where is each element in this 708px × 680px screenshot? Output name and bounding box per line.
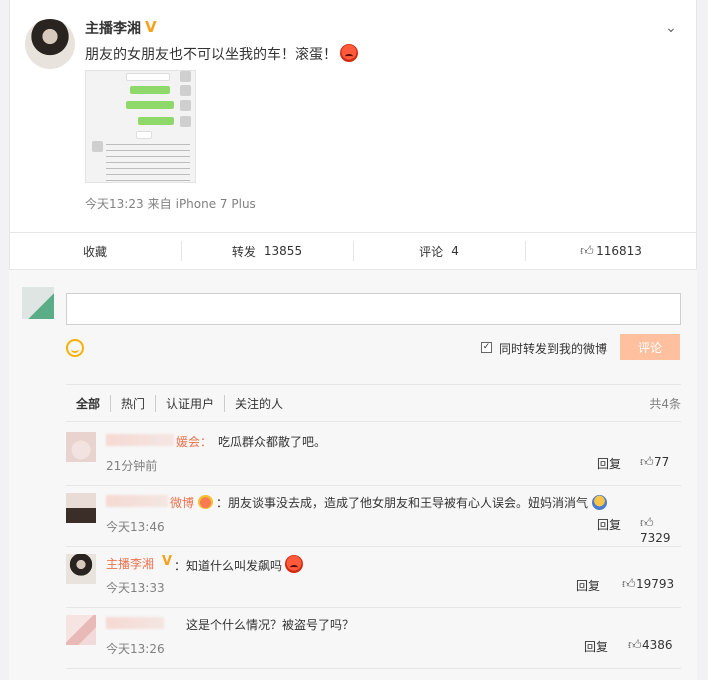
- tab-following[interactable]: 关注的人: [224, 394, 293, 412]
- angry-emoji-icon: [340, 44, 358, 62]
- comment-text: ：知道什么叫发飙吗: [174, 555, 304, 574]
- submit-comment-button[interactable]: 评论: [620, 334, 680, 360]
- comment-like-button[interactable]: 👍︎77: [640, 455, 669, 470]
- comment-item: 主播李湘 V ：知道什么叫发飙吗 今天13:33 回复 👍︎19793: [66, 547, 681, 608]
- reply-button[interactable]: 回复: [597, 516, 621, 533]
- comment-item: 媛会： 吃瓜群众都散了吧。 21分钟前 回复 👍︎77: [66, 425, 681, 486]
- repost-button[interactable]: 转发 13855: [181, 233, 353, 269]
- comment-text: 吃瓜群众都散了吧。: [218, 435, 327, 449]
- avatar[interactable]: [66, 432, 96, 462]
- comment-text: ：朋友谈事没去成，造成了他女朋友和王导被有心人误会。妞妈消消气: [216, 494, 607, 511]
- tab-verified[interactable]: 认证用户: [155, 394, 224, 412]
- thumb-up-icon: 👍︎: [640, 455, 654, 470]
- post-actions-bar: 收藏 转发 13855 评论 4 👍︎ 116813: [9, 232, 697, 270]
- chat-avatar: [180, 100, 191, 111]
- comment-count: 4: [451, 244, 459, 258]
- blurred-username: [106, 434, 174, 446]
- favorite-label: 收藏: [82, 244, 107, 259]
- avatar[interactable]: [66, 615, 96, 645]
- crown-emoji-icon: [197, 495, 213, 509]
- reply-button[interactable]: 回复: [576, 577, 600, 594]
- comment-like-count: 77: [654, 455, 670, 469]
- chat-textblock: [106, 141, 190, 181]
- author-avatar[interactable]: [25, 19, 75, 69]
- chat-bubble: [126, 73, 170, 81]
- comment-username[interactable]: 媛会：: [176, 433, 212, 450]
- favorite-button[interactable]: 收藏: [9, 233, 181, 269]
- chat-avatar: [180, 116, 191, 127]
- chat-bubble: [126, 101, 174, 109]
- tab-all[interactable]: 全部: [66, 395, 110, 412]
- chat-avatar: [180, 85, 191, 96]
- comment-input[interactable]: [66, 293, 681, 325]
- repost-count: 13855: [263, 244, 303, 258]
- comment-username-text: 微博: [170, 496, 195, 510]
- repost-label: 转发: [231, 244, 256, 259]
- comment-label: 评论: [419, 244, 444, 259]
- shrug-emoji-icon: [591, 495, 607, 510]
- checkbox-icon[interactable]: ✓: [481, 342, 492, 353]
- thumb-up-icon: 👍︎: [628, 638, 642, 653]
- chat-avatar: [180, 71, 191, 82]
- tab-hot[interactable]: 热门: [110, 394, 155, 412]
- repost-option-label[interactable]: 同时转发到我的微博: [499, 340, 607, 357]
- blurred-username: [106, 495, 168, 507]
- chat-bubble: [130, 86, 170, 94]
- post-meta: 今天13:23 来自 iPhone 7 Plus: [85, 195, 260, 212]
- comment-like-count: 19793: [636, 577, 675, 591]
- chevron-down-icon[interactable]: ⌄: [662, 20, 680, 38]
- angry-emoji-icon: [285, 555, 304, 573]
- comment-username[interactable]: 主播李湘: [106, 555, 154, 572]
- comment-text: 这是个什么情况？被盗号了吗？: [186, 618, 355, 632]
- comment-username[interactable]: 微博: [170, 494, 213, 511]
- author-name[interactable]: 主播李湘: [85, 18, 141, 38]
- comment-item: 微博 ：朋友谈事没去成，造成了他女朋友和王导被有心人误会。妞妈消消气 今天13:…: [66, 486, 681, 547]
- comment-text-content: ：朋友谈事没去成，造成了他女朋友和王导被有心人误会。妞妈消消气: [216, 496, 589, 510]
- smile-icon[interactable]: [66, 339, 84, 357]
- thumb-up-icon: 👍︎: [640, 516, 654, 531]
- reply-button[interactable]: 回复: [597, 455, 621, 472]
- comment-like-count: 4386: [642, 638, 673, 652]
- comment-text-content: ：知道什么叫发飙吗: [174, 559, 283, 573]
- blurred-username: [106, 617, 164, 629]
- comment-item: 这是个什么情况？被盗号了吗？ 今天13:26 回复 👍︎4386: [66, 608, 681, 669]
- post-source[interactable]: iPhone 7 Plus: [176, 197, 256, 211]
- post-text-content: 朋友的女朋友也不可以坐我的车！滚蛋！: [85, 47, 337, 63]
- post-image[interactable]: [85, 70, 196, 183]
- reply-button[interactable]: 回复: [584, 638, 608, 655]
- like-button[interactable]: 👍︎ 116813: [525, 233, 697, 269]
- post-text: 朋友的女朋友也不可以坐我的车！滚蛋！: [85, 44, 358, 64]
- comment-time: 今天13:26: [106, 642, 165, 656]
- chat-bubble: [136, 131, 152, 139]
- comment-like-button[interactable]: 👍︎19793: [622, 577, 674, 592]
- thumb-up-icon: 👍︎: [622, 577, 636, 592]
- comment-like-count: 7329: [640, 531, 671, 545]
- thumb-up-icon: 👍︎: [580, 243, 594, 259]
- comment-like-button[interactable]: 👍︎4386: [628, 638, 673, 653]
- avatar[interactable]: [66, 554, 96, 584]
- chat-avatar: [92, 141, 103, 152]
- comment-time: 21分钟前: [106, 459, 158, 473]
- comment-like-button[interactable]: 👍︎7329: [640, 516, 681, 545]
- comment-time: 今天13:33: [106, 581, 165, 595]
- like-count: 116813: [596, 244, 642, 258]
- post-source-prefix: 来自: [147, 197, 172, 211]
- chat-bubble: [138, 117, 174, 125]
- avatar[interactable]: [66, 493, 96, 523]
- vip-badge-icon: V: [145, 18, 157, 36]
- comment-time: 今天13:46: [106, 520, 165, 534]
- current-user-avatar[interactable]: [22, 287, 54, 319]
- comment-button[interactable]: 评论 4: [353, 233, 525, 269]
- comment-filter-bar: 全部 热门 认证用户 关注的人 共4条: [66, 384, 681, 422]
- comment-total: 共4条: [649, 396, 681, 411]
- post-time[interactable]: 今天13:23: [85, 197, 144, 211]
